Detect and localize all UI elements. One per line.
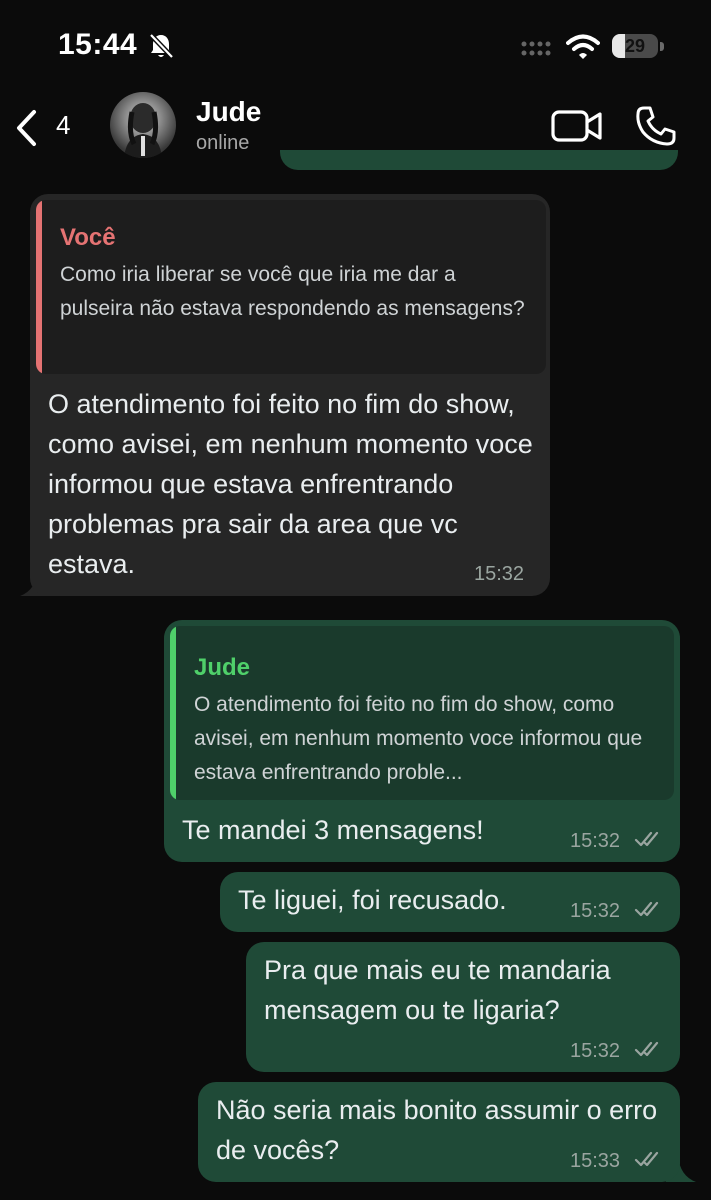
message-time: 15:33 (570, 1150, 621, 1172)
contact-name[interactable]: Jude (196, 96, 261, 128)
contact-status: online (196, 132, 250, 154)
bell-slash-icon (149, 33, 174, 59)
back-button[interactable]: 4 (14, 108, 84, 148)
double-check-icon (634, 1041, 659, 1057)
avatar-photo (124, 103, 162, 158)
message-time: 15:32 (474, 563, 525, 585)
double-check-icon (634, 901, 659, 917)
double-check-icon (634, 1151, 659, 1167)
message-bubble-outgoing[interactable]: Não seria mais bonito assumir o erro de … (198, 1082, 680, 1182)
previous-message-edge (280, 150, 678, 170)
signal-icon (521, 41, 551, 56)
message-bubble-outgoing[interactable]: Pra que mais eu te mandaria mensagem ou … (246, 942, 680, 1072)
message-time: 15:32 (570, 900, 621, 922)
unread-count: 4 (56, 110, 71, 140)
battery-level: 29 (624, 36, 646, 56)
avatar[interactable] (110, 92, 176, 158)
message-time: 15:32 (570, 1040, 621, 1062)
quote-author: Jude (194, 654, 251, 681)
chevron-left-icon (17, 110, 36, 146)
quote-accent-bar (36, 200, 42, 374)
message-text: Te liguei, foi recusado. (238, 885, 507, 915)
wifi-icon (566, 34, 600, 59)
video-camera-icon[interactable] (550, 106, 604, 146)
double-check-icon (634, 831, 659, 847)
quote-author: Você (60, 224, 116, 251)
quote-text: Como iria liberar se você que iria me da… (60, 263, 525, 320)
message-text: Te mandei 3 mensagens! (182, 815, 484, 845)
message-bubble-outgoing[interactable]: Te liguei, foi recusado. 15:32 (220, 872, 680, 932)
message-bubble-outgoing[interactable]: Jude O atendimento foi feito no fim do s… (164, 620, 680, 862)
status-bar: 15:44 29 (0, 0, 711, 92)
message-text: Pra que mais eu te mandaria mensagem ou … (264, 955, 611, 1025)
message-text: O atendimento foi feito no fim do show, … (48, 389, 533, 579)
phone-icon[interactable] (634, 104, 678, 148)
quote-accent-bar (170, 626, 176, 800)
quote-text: O atendimento foi feito no fim do show, … (194, 693, 643, 784)
status-time: 15:44 (58, 28, 138, 61)
message-time: 15:32 (570, 830, 621, 852)
message-bubble-incoming[interactable]: Você Como iria liberar se você que iria … (30, 194, 550, 596)
battery-icon: 29 (612, 34, 666, 60)
quoted-message[interactable]: Você Como iria liberar se você que iria … (36, 200, 546, 374)
quoted-message[interactable]: Jude O atendimento foi feito no fim do s… (170, 626, 674, 800)
